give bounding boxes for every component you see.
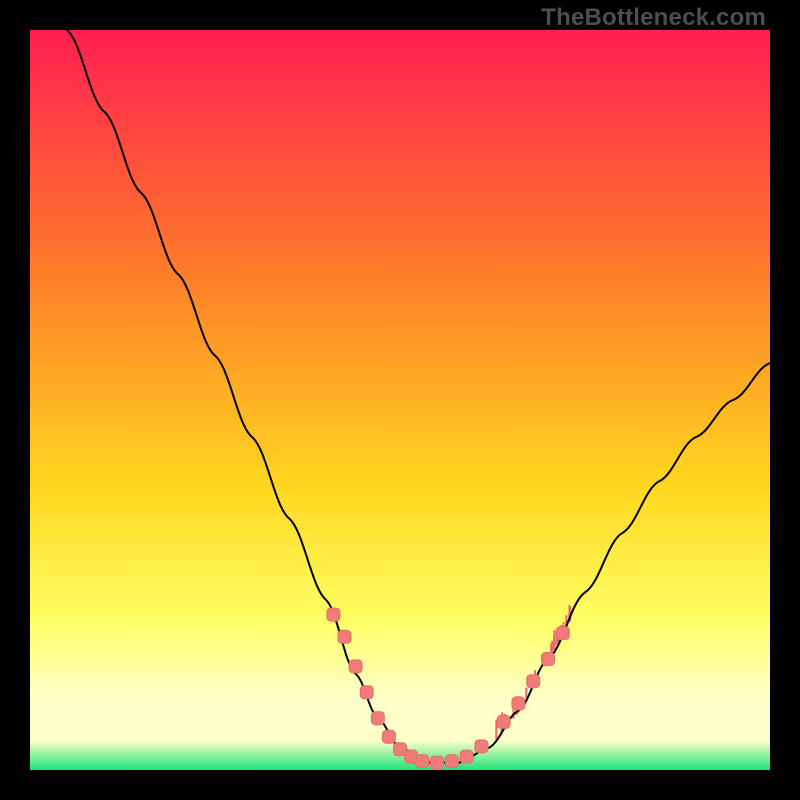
curve-marker [416,755,429,768]
curve-marker [542,653,555,666]
curve-marker [338,630,351,643]
curve-marker [360,686,373,699]
watermark-text: TheBottleneck.com [541,4,766,32]
curve-marker [445,755,458,768]
bottleneck-curve-chart [30,30,770,770]
chart-frame [30,30,770,770]
curve-marker [527,675,540,688]
curve-marker [349,660,362,673]
curve-marker [497,715,510,728]
curve-marker [475,740,488,753]
curve-marker [431,756,444,769]
curve-marker [512,697,525,710]
curve-marker [382,730,395,743]
curve-marker [327,608,340,621]
gradient-background [30,30,770,770]
curve-marker [371,712,384,725]
curve-marker [460,750,473,763]
curve-marker [556,627,569,640]
